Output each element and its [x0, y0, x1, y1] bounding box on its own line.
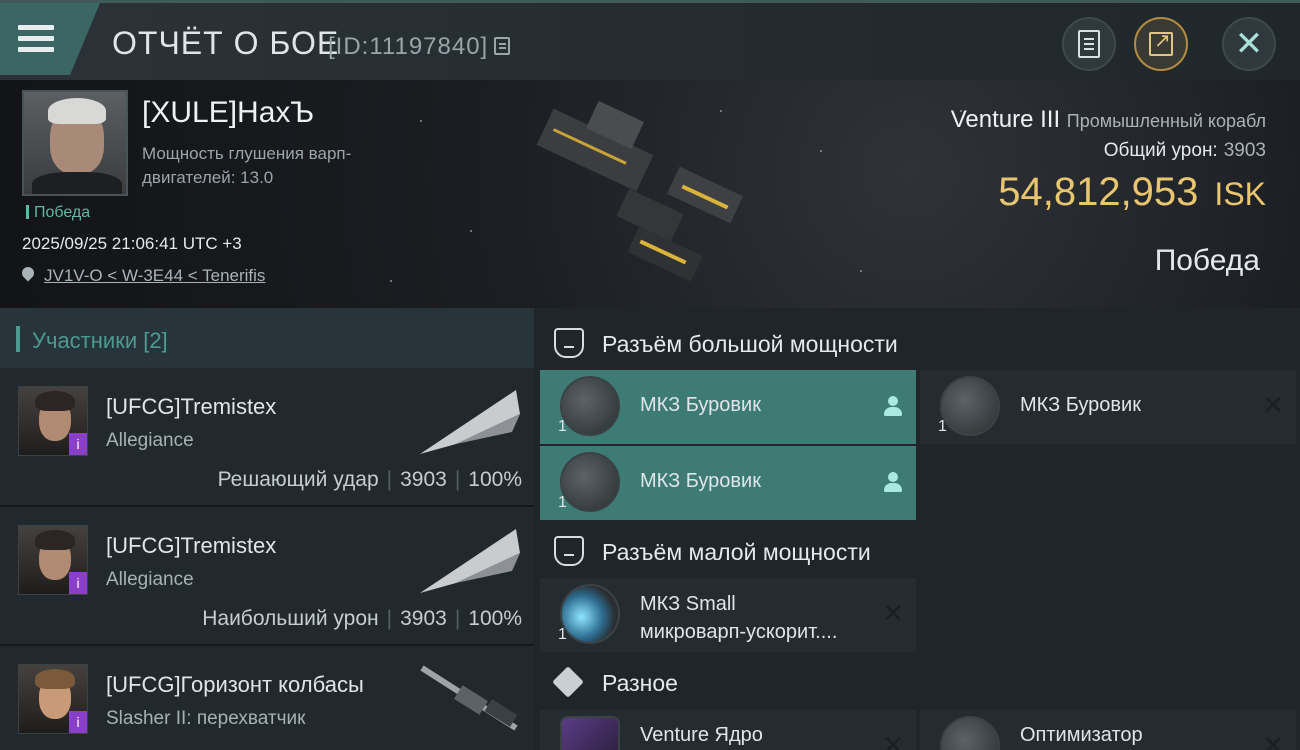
victim-name[interactable]: [XULE]HaxЪ [142, 96, 314, 130]
fitting-panel: Разъём большой мощности 1 МКЗ Буровик 1 … [534, 308, 1300, 750]
report-id: [ID:11197840] [328, 33, 489, 60]
participant-ship: Slasher II: перехватчик [106, 708, 306, 729]
module-slot[interactable]: 1 МКЗ Буровик [540, 370, 916, 444]
location-link[interactable]: JV1V-O < W-3E44 < Tenerifis [44, 266, 265, 285]
mining-laser-icon [560, 452, 620, 512]
module-name: МКЗ Буровик [1020, 394, 1141, 416]
total-damage: Общий урон: 3903 [1103, 140, 1266, 161]
module-slot[interactable]: 1 МКЗ Буровик [540, 446, 916, 520]
module-name: Оптимизатор [1020, 724, 1143, 746]
participants-header: Участники [2] [0, 308, 534, 368]
destroyed-x-icon: ✕ [1262, 390, 1284, 420]
report-button[interactable] [1062, 17, 1116, 71]
warp-disruption-stat: Мощность глушения варп-двигателей: 13.0 [142, 144, 352, 187]
share-button[interactable] [1134, 17, 1188, 71]
close-button[interactable]: ✕ [1222, 17, 1276, 71]
participant-row[interactable]: i [UFCG]Горизонт колбасы Slasher II: пер… [0, 646, 534, 750]
menu-button[interactable] [0, 3, 100, 75]
top-bar: ОТЧЁТ О БОЕ [ID:11197840] ✕ [0, 0, 1300, 80]
info-icon: i [69, 572, 87, 594]
kill-summary: [XULE]HaxЪ Мощность глушения варп-двигат… [0, 80, 1300, 308]
high-slots-header: Разъём большой мощности [554, 328, 898, 358]
hamburger-menu-icon [18, 25, 54, 55]
module-name: Venture Ядро [640, 724, 763, 746]
module-name: МКЗ Буровик [640, 394, 761, 416]
victim-avatar[interactable] [22, 90, 128, 196]
participant-avatar[interactable]: i [18, 525, 88, 595]
participants-panel: Участники [2] i [UFCG]Tremistex Allegian… [0, 308, 534, 750]
module-slot[interactable]: 1 МКЗ Small микроварп-ускорит.... ✕ [540, 578, 916, 652]
participant-row[interactable]: i [UFCG]Tremistex Allegiance Решающий уд… [0, 368, 534, 507]
optimizer-icon [940, 716, 1000, 750]
victim-ship-name[interactable]: Venture III Промышленный корабл [951, 106, 1266, 134]
module-name: МКЗ Small микроварп-ускорит.... [640, 593, 838, 643]
participant-ship: Allegiance [106, 430, 194, 451]
kill-location[interactable]: JV1V-O < W-3E44 < Tenerifis [22, 266, 265, 286]
module-name: МКЗ Буровик [640, 470, 761, 492]
kill-datetime: 2025/09/25 21:06:41 UTC +3 [22, 234, 242, 253]
participant-ship-image [420, 529, 520, 593]
participant-avatar[interactable]: i [18, 386, 88, 456]
destroyed-x-icon: ✕ [1262, 730, 1284, 750]
low-slot-icon [554, 536, 584, 566]
participant-name: [UFCG]Tremistex [106, 394, 277, 419]
mining-laser-icon [940, 376, 1000, 436]
participant-stats: Наибольший урон | 3903 | 100% [202, 607, 522, 630]
dropped-user-icon [884, 396, 902, 416]
participant-avatar[interactable]: i [18, 664, 88, 734]
copy-icon[interactable] [494, 37, 510, 55]
participant-ship: Allegiance [106, 569, 194, 590]
info-icon: i [69, 433, 87, 455]
module-slot[interactable]: Оптимизатор ✕ [920, 710, 1296, 750]
victim-ship-image[interactable] [520, 90, 780, 290]
mining-laser-icon [560, 376, 620, 436]
low-slots-header: Разъём малой мощности [554, 536, 871, 566]
info-icon: i [69, 711, 87, 733]
outcome-label: Победа [1154, 244, 1260, 277]
destroyed-x-icon: ✕ [882, 598, 904, 628]
location-pin-icon [22, 267, 34, 283]
participant-ship-image [420, 665, 518, 731]
cube-icon [552, 666, 584, 698]
dropped-user-icon [884, 472, 902, 492]
document-icon [1078, 30, 1100, 58]
participant-stats: Решающий удар | 3903 | 100% [217, 468, 522, 491]
participant-ship-image [420, 390, 520, 454]
result-tag: Победа [26, 204, 90, 222]
module-slot[interactable]: Venture Ядро ✕ [540, 710, 916, 750]
participant-row[interactable]: i [UFCG]Tremistex Allegiance Наибольший … [0, 507, 534, 646]
participant-name: [UFCG]Tremistex [106, 533, 277, 558]
module-slot[interactable]: 1 МКЗ Буровик ✕ [920, 370, 1296, 444]
destroyed-x-icon: ✕ [882, 730, 904, 750]
misc-header: Разное [552, 666, 678, 698]
ship-core-icon [560, 716, 620, 750]
high-slot-icon [554, 328, 584, 358]
participant-name: [UFCG]Горизонт колбасы [106, 672, 364, 697]
microwarpdrive-icon [560, 584, 620, 644]
close-icon: ✕ [1234, 25, 1264, 63]
isk-value: 54,812,953 ISK [998, 170, 1266, 214]
page-title: ОТЧЁТ О БОЕ [112, 25, 340, 61]
share-icon [1149, 28, 1173, 56]
